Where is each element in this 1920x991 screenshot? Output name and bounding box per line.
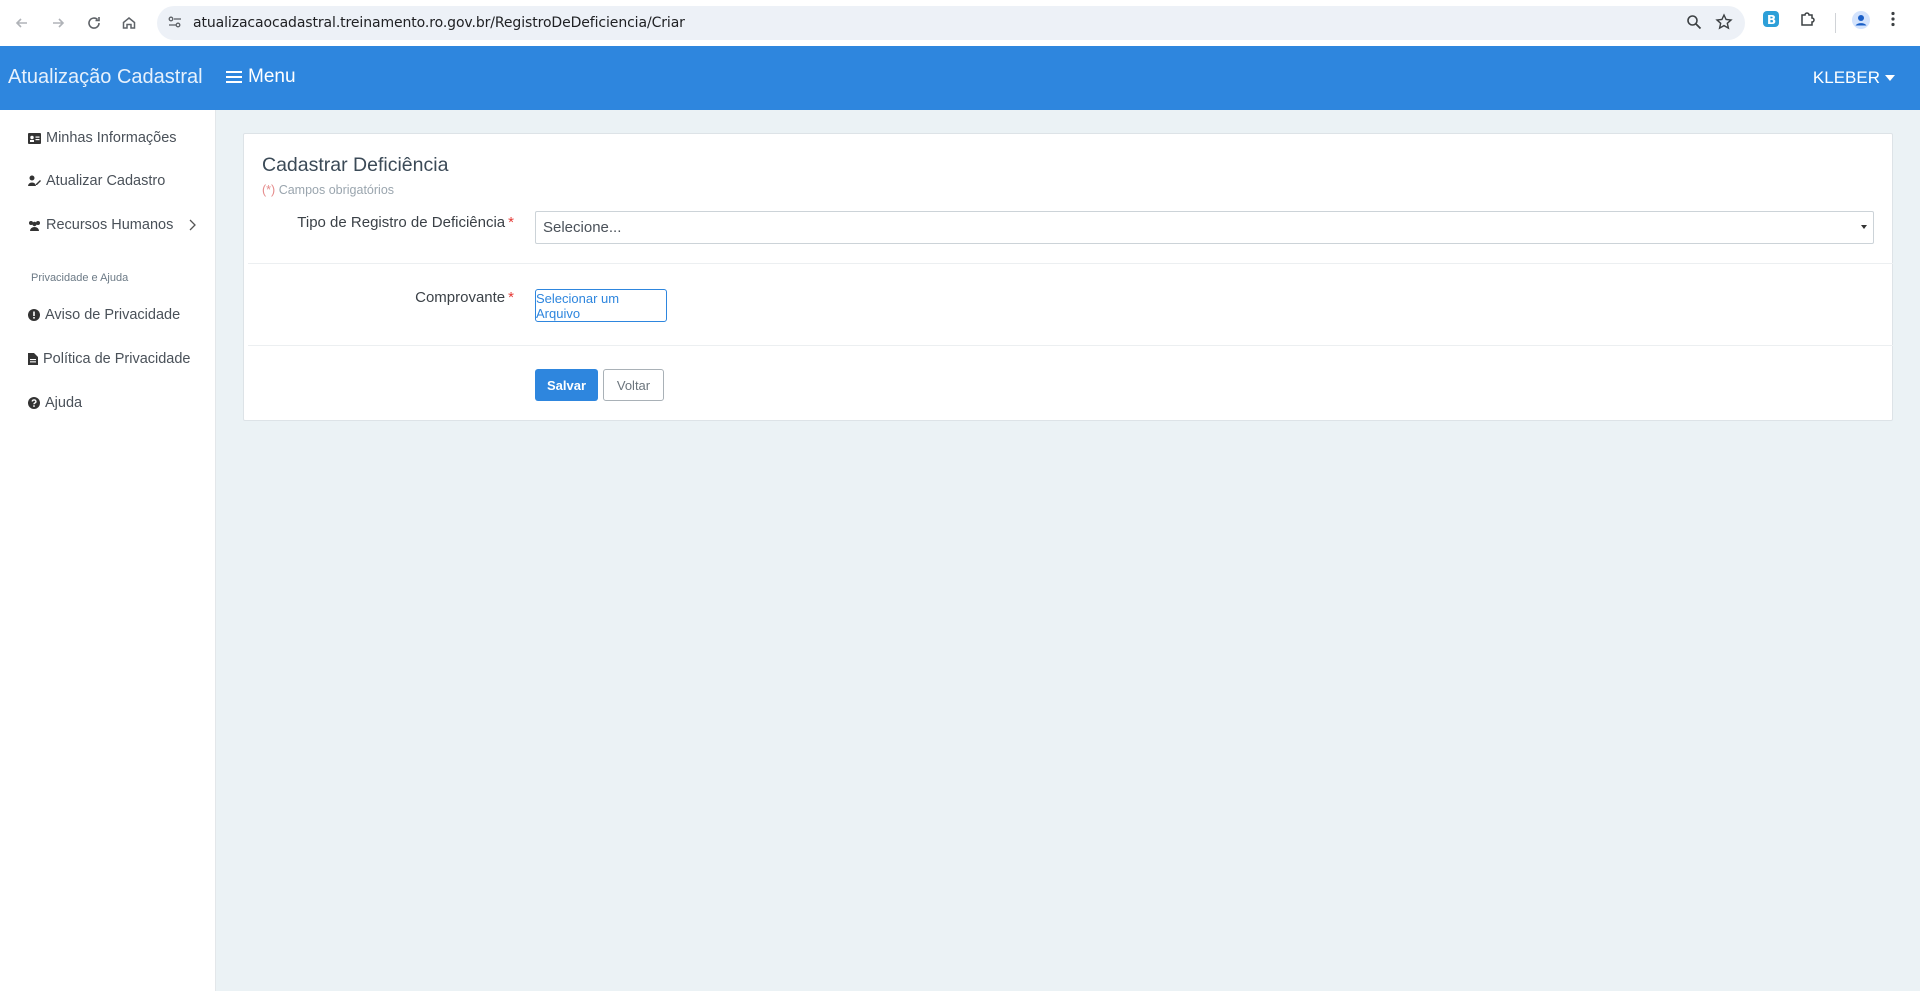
required-note-mark: (*) bbox=[262, 183, 276, 197]
sidebar-item-aviso-privacidade[interactable]: Aviso de Privacidade bbox=[28, 307, 180, 323]
sidebar-item-label: Política de Privacidade bbox=[43, 351, 191, 367]
user-name: KLEBER bbox=[1812, 68, 1880, 87]
form-divider bbox=[248, 263, 1893, 264]
sidebar-item-label: Atualizar Cadastro bbox=[46, 173, 166, 189]
browser-more-icon[interactable] bbox=[1890, 10, 1896, 28]
extension-b-icon[interactable]: B bbox=[1762, 10, 1780, 28]
user-edit-icon bbox=[28, 175, 41, 186]
file-alt-icon bbox=[28, 353, 38, 365]
sidebar-item-minhas-informacoes[interactable]: Minhas Informações bbox=[28, 130, 177, 146]
url-text[interactable]: atualizacaocadastral.treinamento.ro.gov.… bbox=[193, 15, 685, 31]
form-card: Cadastrar Deficiência (*) Campos obrigat… bbox=[243, 133, 1893, 421]
user-menu-dropdown[interactable]: KLEBER bbox=[1813, 68, 1896, 88]
form-divider bbox=[248, 345, 1893, 346]
forward-nav-button[interactable] bbox=[40, 5, 76, 41]
required-star: * bbox=[508, 289, 514, 306]
sidebar-section-title: Privacidade e Ajuda bbox=[31, 272, 129, 284]
sidebar-item-politica-privacidade[interactable]: Política de Privacidade bbox=[28, 351, 191, 367]
required-note-text: Campos obrigatórios bbox=[278, 183, 395, 197]
sidebar-item-ajuda[interactable]: Ajuda bbox=[28, 395, 82, 411]
question-circle-icon bbox=[28, 397, 40, 409]
select-caret-icon bbox=[1861, 225, 1867, 229]
sidebar-item-label: Ajuda bbox=[45, 395, 83, 411]
sidebar-item-recursos-humanos[interactable]: Recursos Humanos bbox=[28, 217, 197, 233]
home-button[interactable] bbox=[111, 5, 147, 41]
back-nav-button[interactable] bbox=[4, 5, 40, 41]
comprovante-label: Comprovante * bbox=[415, 289, 514, 306]
arrow-right-icon bbox=[53, 18, 65, 28]
select-file-button[interactable]: Selecionar um Arquivo bbox=[535, 289, 667, 322]
menu-toggle-button[interactable]: Menu bbox=[226, 66, 296, 88]
main-content: Cadastrar Deficiência (*) Campos obrigat… bbox=[216, 110, 1920, 991]
zoom-icon[interactable] bbox=[1685, 13, 1703, 36]
home-icon bbox=[122, 17, 136, 29]
exclamation-circle-icon bbox=[28, 309, 40, 321]
reload-button[interactable] bbox=[76, 5, 112, 41]
sidebar-item-atualizar-cadastro[interactable]: Atualizar Cadastro bbox=[28, 173, 165, 189]
required-fields-note: (*) Campos obrigatórios bbox=[262, 183, 394, 197]
comprovante-label-text: Comprovante bbox=[415, 289, 506, 306]
id-card-icon bbox=[28, 132, 41, 144]
required-star: * bbox=[508, 214, 514, 231]
arrow-left-icon bbox=[15, 18, 27, 28]
sidebar-item-label: Aviso de Privacidade bbox=[45, 307, 181, 323]
toolbar-divider bbox=[1835, 13, 1836, 33]
profile-avatar-icon[interactable] bbox=[1851, 10, 1871, 30]
sidebar-item-label: Minhas Informações bbox=[46, 130, 177, 146]
bookmark-star-icon[interactable] bbox=[1715, 13, 1733, 36]
site-info-icon[interactable] bbox=[167, 14, 183, 35]
back-button[interactable]: Voltar bbox=[603, 369, 664, 401]
app-header: Atualização Cadastral Menu KLEBER bbox=[0, 46, 1920, 110]
sidebar: Minhas Informações Atualizar Cadastro Re… bbox=[0, 110, 216, 991]
address-bar[interactable]: atualizacaocadastral.treinamento.ro.gov.… bbox=[157, 6, 1745, 40]
reload-icon bbox=[88, 17, 100, 29]
save-button[interactable]: Salvar bbox=[535, 369, 598, 401]
extensions-puzzle-icon[interactable] bbox=[1799, 10, 1817, 28]
hamburger-icon bbox=[226, 71, 242, 83]
sidebar-item-label: Recursos Humanos bbox=[46, 217, 174, 233]
tipo-registro-select[interactable]: Selecione... bbox=[535, 211, 1874, 244]
users-icon bbox=[29, 220, 40, 231]
tipo-registro-label-text: Tipo de Registro de Deficiência bbox=[297, 214, 506, 231]
tipo-registro-selected-value: Selecione... bbox=[543, 219, 622, 236]
menu-label: Menu bbox=[248, 66, 296, 87]
tipo-registro-label: Tipo de Registro de Deficiência * bbox=[297, 214, 514, 231]
page-title: Cadastrar Deficiência bbox=[262, 154, 449, 176]
svg-text:B: B bbox=[1767, 13, 1776, 27]
chevron-right-icon bbox=[189, 219, 197, 231]
browser-toolbar: atualizacaocadastral.treinamento.ro.gov.… bbox=[0, 0, 1920, 46]
caret-down-icon bbox=[1885, 75, 1895, 81]
brand-title[interactable]: Atualização Cadastral bbox=[8, 66, 203, 89]
